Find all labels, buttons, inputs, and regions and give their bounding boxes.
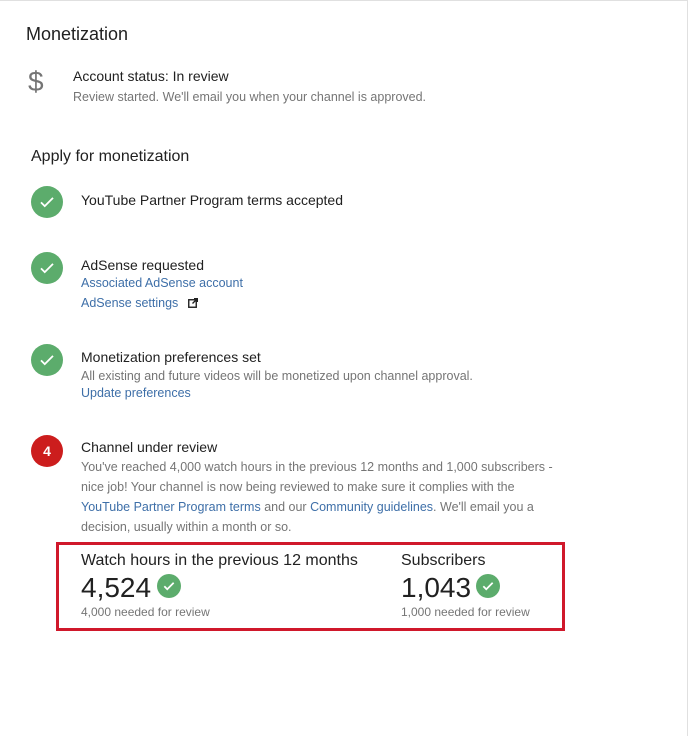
external-link-icon[interactable] (187, 297, 198, 311)
watch-hours-value: 4,524 (81, 572, 152, 603)
dollar-icon: $ (28, 66, 44, 97)
associated-adsense-account-link[interactable]: Associated AdSense account (81, 276, 243, 290)
adsense-settings-row: AdSense settings (81, 296, 198, 311)
step-preferences-description: All existing and future videos will be m… (81, 369, 473, 383)
step-adsense-requested: AdSense requested (81, 257, 204, 273)
check-icon (31, 344, 63, 376)
step-number-badge: 4 (31, 435, 63, 467)
page-title: Monetization (26, 24, 129, 44)
account-status-description: Review started. We'll email you when you… (73, 90, 427, 104)
watch-hours-needed: 4,000 needed for review (81, 605, 210, 619)
eligibility-stats-box: Watch hours in the previous 12 months 4,… (56, 542, 565, 631)
check-icon (476, 574, 500, 598)
check-icon (157, 574, 181, 598)
watch-hours-label: Watch hours in the previous 12 months (81, 552, 358, 569)
review-description: You've reached 4,000 watch hours in the … (81, 457, 561, 537)
review-text-part: and our (260, 500, 311, 514)
subscribers-label: Subscribers (401, 552, 486, 569)
partner-program-terms-link[interactable]: YouTube Partner Program terms (81, 500, 261, 514)
apply-section-title: Apply for monetization (31, 148, 190, 165)
review-text-part: You've reached 4,000 watch hours in the … (81, 460, 553, 494)
step-channel-under-review: Channel under review (81, 439, 218, 455)
step-terms-accepted: YouTube Partner Program terms accepted (81, 192, 343, 208)
adsense-settings-link[interactable]: AdSense settings (81, 296, 178, 310)
check-icon (31, 252, 63, 284)
subscribers-value: 1,043 (401, 572, 472, 603)
update-preferences-link[interactable]: Update preferences (81, 386, 191, 400)
monetization-panel: Monetization $ Account status: In review… (0, 0, 688, 736)
check-icon (31, 186, 63, 218)
account-status: Account status: In review (73, 68, 229, 84)
step-preferences-set: Monetization preferences set (81, 349, 261, 365)
community-guidelines-link[interactable]: Community guidelines (310, 500, 433, 514)
subscribers-needed: 1,000 needed for review (401, 605, 530, 619)
